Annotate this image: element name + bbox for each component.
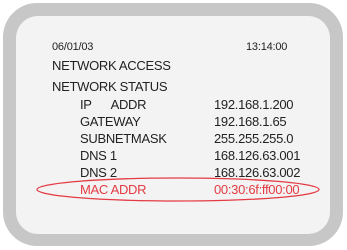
subnetmask-value: 255.255.255.0 xyxy=(214,131,294,146)
time-display: 13:14:00 xyxy=(246,41,288,53)
gateway-value: 192.168.1.65 xyxy=(214,114,287,129)
mac-addr-value: 00:30:6f:ff00:00 xyxy=(214,182,300,197)
ip-addr-label: IP ADDR xyxy=(80,97,147,112)
menu-item-network-status[interactable]: NETWORK STATUS xyxy=(52,80,168,93)
osd-screen: 06/01/03 13:14:00 NETWORK ACCESS NETWORK… xyxy=(16,16,330,234)
dns2-value: 168.126.63.002 xyxy=(214,165,301,180)
gateway-label: GATEWAY xyxy=(80,114,141,129)
subnetmask-label: SUBNETMASK xyxy=(80,131,167,146)
date-display: 06/01/03 xyxy=(52,41,94,53)
dns1-value: 168.126.63.001 xyxy=(214,148,301,163)
dns2-label: DNS 2 xyxy=(80,165,117,180)
menu-item-network-access[interactable]: NETWORK ACCESS xyxy=(52,59,171,72)
ip-addr-value: 192.168.1.200 xyxy=(214,97,294,112)
dns1-label: DNS 1 xyxy=(80,148,117,163)
mac-addr-label: MAC ADDR xyxy=(80,182,147,197)
